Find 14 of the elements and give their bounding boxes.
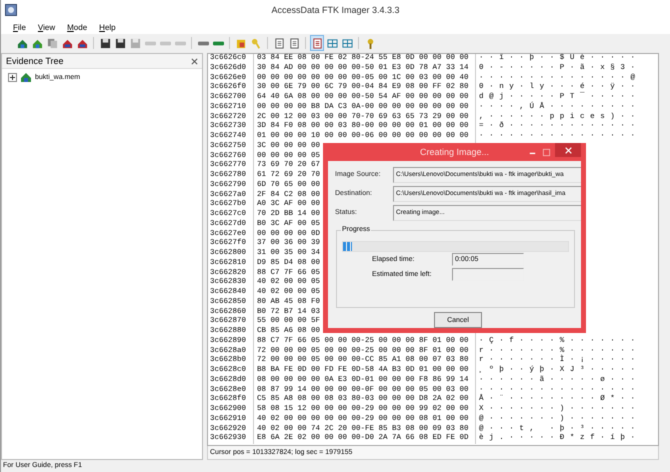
dialog-title: Creating Image... bbox=[420, 147, 490, 157]
menu-item[interactable]: View bbox=[38, 22, 56, 32]
menu-item[interactable]: File bbox=[13, 22, 26, 32]
close-button[interactable] bbox=[555, 143, 581, 157]
maximize-icon[interactable] bbox=[542, 148, 551, 157]
app-icon bbox=[5, 4, 17, 16]
menu-item[interactable]: Mode bbox=[67, 22, 88, 32]
document-icon[interactable] bbox=[310, 35, 324, 51]
menu-item[interactable]: Help bbox=[99, 22, 116, 32]
close-icon bbox=[564, 146, 572, 154]
panel-title: Evidence Tree bbox=[6, 56, 64, 66]
expand-icon[interactable] bbox=[8, 72, 17, 82]
close-icon[interactable] bbox=[191, 58, 198, 64]
window-title: AccessData FTK Imager 3.4.3.3 bbox=[271, 5, 400, 15]
